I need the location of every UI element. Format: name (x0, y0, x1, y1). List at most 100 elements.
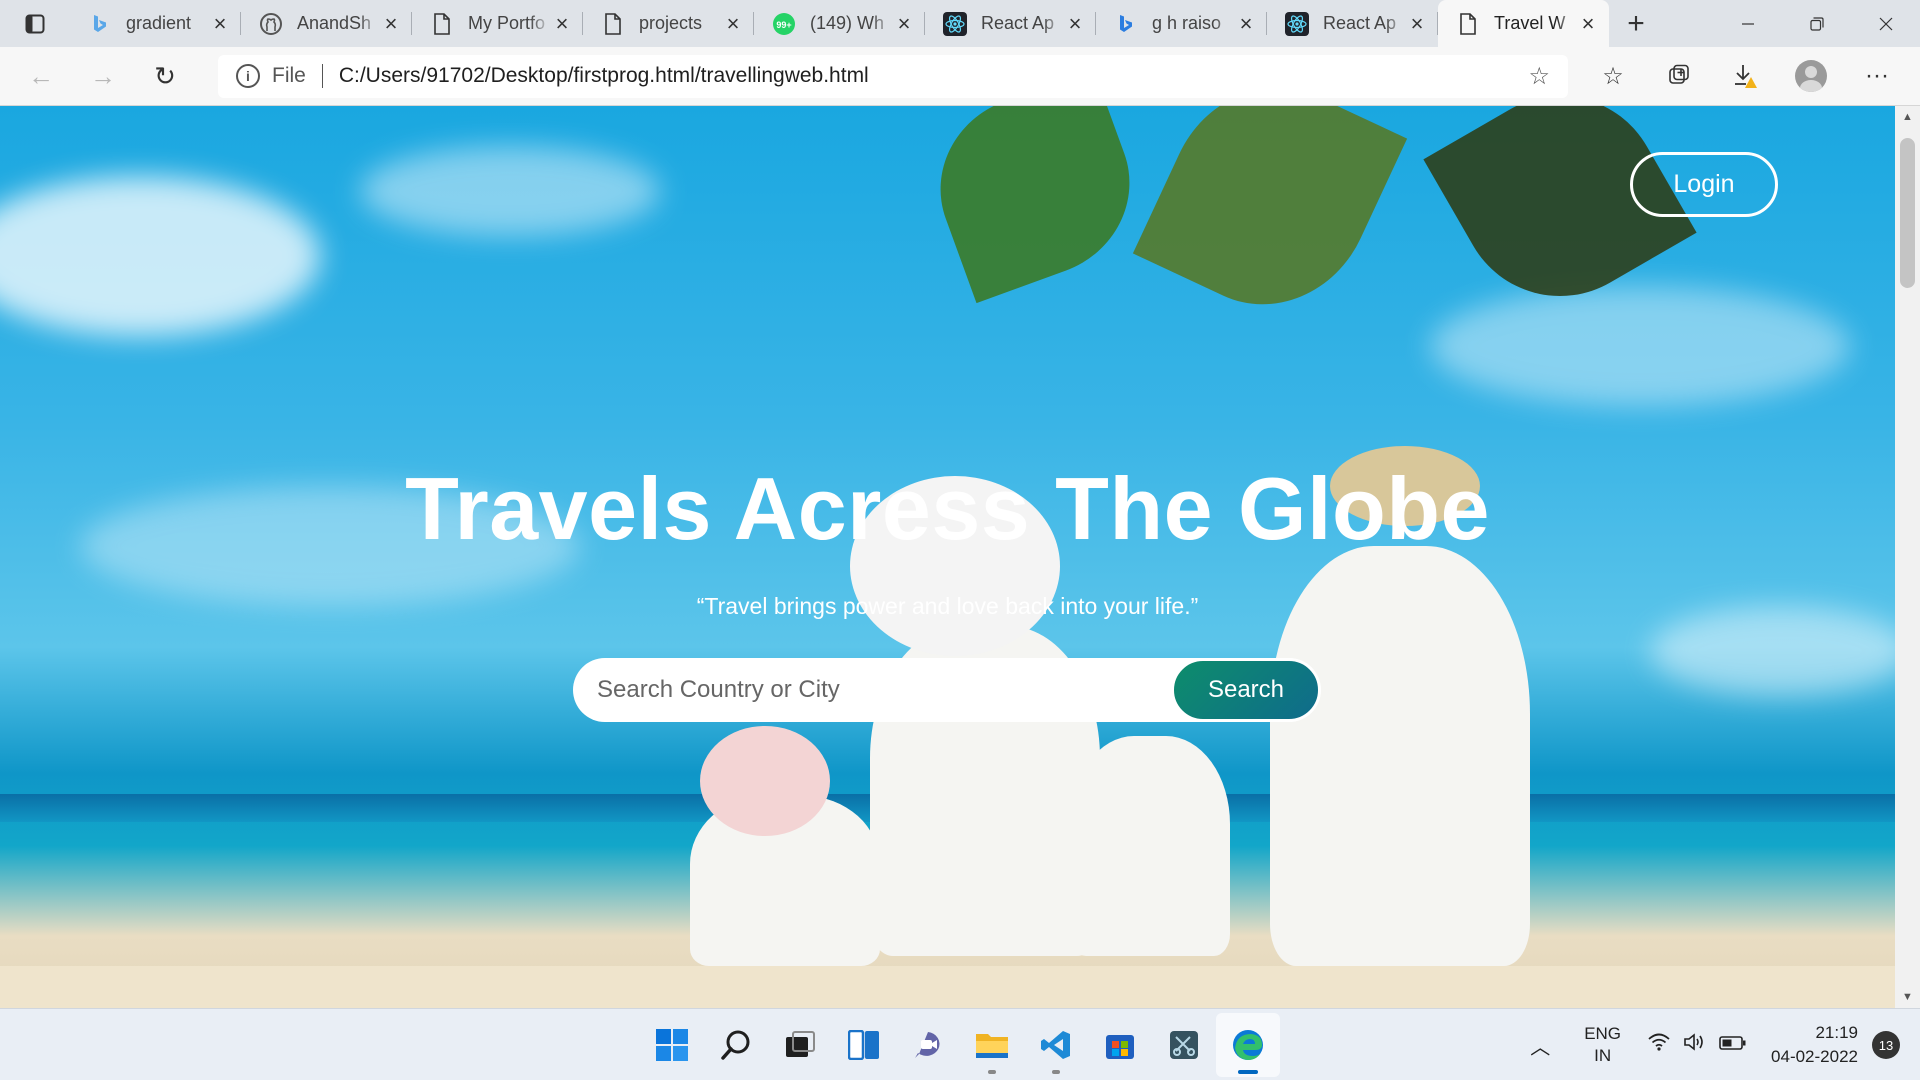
favorites-button[interactable]: ☆ (1580, 47, 1646, 106)
login-button[interactable]: Login (1630, 152, 1778, 217)
running-indicator (1238, 1070, 1258, 1074)
tab-actions-button[interactable] (0, 0, 70, 47)
address-url[interactable]: C:/Users/91702/Desktop/firstprog.html/tr… (339, 64, 1529, 88)
chat-button[interactable] (896, 1013, 960, 1077)
windows-start-icon (656, 1029, 688, 1061)
page-scrollbar[interactable]: ▲ ▼ (1895, 106, 1920, 1008)
tab[interactable]: AnandSh × (241, 0, 412, 47)
battery-icon[interactable] (1719, 1034, 1747, 1057)
browser-toolbar: ← → ↻ i File C:/Users/91702/Desktop/firs… (0, 47, 1920, 106)
task-view-icon (786, 1031, 815, 1057)
tab[interactable]: g h raiso × (1096, 0, 1267, 47)
refresh-button[interactable]: ↻ (134, 47, 196, 106)
wifi-icon[interactable] (1647, 1032, 1671, 1058)
close-window-button[interactable] (1851, 0, 1920, 47)
toolbar-actions: ☆ ··· (1580, 47, 1910, 106)
store-button[interactable] (1088, 1013, 1152, 1077)
running-indicator (1052, 1070, 1060, 1074)
beach-sand (0, 966, 1895, 1008)
search-input[interactable] (573, 658, 1171, 722)
start-button[interactable] (640, 1013, 704, 1077)
snipping-tool-icon (1170, 1031, 1198, 1059)
chat-icon (915, 1032, 940, 1058)
address-bar[interactable]: i File C:/Users/91702/Desktop/firstprog.… (218, 54, 1568, 98)
vscode-button[interactable] (1024, 1013, 1088, 1077)
close-tab-icon[interactable]: × (551, 11, 573, 36)
taskbar-search-button[interactable] (704, 1013, 768, 1077)
tab-title: projects (639, 13, 703, 33)
tab[interactable]: projects × (583, 0, 754, 47)
family-figure-boy (1070, 736, 1230, 956)
notification-badge[interactable]: 13 (1872, 1031, 1900, 1059)
search-button[interactable]: Search (1171, 658, 1321, 722)
bing-icon (1114, 12, 1138, 36)
profile-button[interactable] (1778, 47, 1844, 106)
search-bar: Search (573, 658, 1321, 722)
tab-title: (149) Wh (810, 13, 885, 33)
back-button[interactable]: ← (10, 47, 72, 106)
tab-title: gradient (126, 13, 192, 33)
tab-actions-icon (25, 14, 45, 33)
cloud-shape (0, 176, 320, 336)
forward-button[interactable]: → (72, 47, 134, 106)
tab-title: React Ap (981, 13, 1055, 33)
address-scheme: File (272, 64, 306, 87)
page-viewport: Login Travels Acress The Globe “Travel b… (0, 106, 1895, 1008)
snipping-tool-button[interactable] (1152, 1013, 1216, 1077)
close-tab-icon[interactable]: × (380, 11, 402, 36)
file-explorer-icon (976, 1034, 1008, 1058)
tab[interactable]: gradient × (70, 0, 241, 47)
widgets-button[interactable] (832, 1013, 896, 1077)
volume-icon[interactable] (1683, 1032, 1707, 1058)
tab[interactable]: My Portfo × (412, 0, 583, 47)
close-tab-icon[interactable]: × (1577, 11, 1599, 36)
react-icon (1285, 11, 1309, 36)
running-indicator (988, 1070, 996, 1074)
close-tab-icon[interactable]: × (722, 11, 744, 36)
tab[interactable]: 99+ (149) Wh × (754, 0, 925, 47)
collections-button[interactable] (1646, 47, 1712, 106)
close-tab-icon[interactable]: × (1064, 11, 1086, 36)
refresh-icon: ↻ (154, 60, 176, 91)
close-tab-icon[interactable]: × (1406, 11, 1428, 36)
favorites-icon: ☆ (1602, 62, 1624, 90)
whatsapp-icon: 99+ (772, 12, 796, 36)
palm-leaf (1132, 106, 1408, 338)
close-icon (1879, 17, 1892, 30)
close-tab-icon[interactable]: × (1235, 11, 1257, 36)
tab-strip: gradient × AnandSh × My Portfo × project… (0, 0, 1920, 47)
more-button[interactable]: ··· (1844, 47, 1910, 106)
taskbar-apps (640, 1009, 1280, 1081)
tab[interactable]: React Ap × (925, 0, 1096, 47)
language-indicator[interactable]: ENG IN (1584, 1023, 1621, 1067)
tab[interactable]: React Ap × (1267, 0, 1438, 47)
add-favorite-icon[interactable]: ☆ (1528, 62, 1550, 91)
scroll-down-icon[interactable]: ▼ (1895, 986, 1920, 1008)
new-tab-button[interactable]: + (1609, 0, 1663, 47)
whatsapp-badge: 99+ (776, 20, 791, 30)
tab-title: AnandSh (297, 13, 372, 33)
search-icon (721, 1030, 750, 1060)
info-icon[interactable]: i (236, 64, 260, 88)
downloads-button[interactable] (1712, 47, 1778, 106)
restore-button[interactable] (1782, 0, 1851, 47)
task-view-button[interactable] (768, 1013, 832, 1077)
tab-active[interactable]: Travel W × (1438, 0, 1609, 47)
close-tab-icon[interactable]: × (209, 11, 231, 36)
vscode-icon (1041, 1031, 1070, 1059)
downloads-warning-icon (1735, 65, 1757, 88)
clock[interactable]: 21:19 04-02-2022 (1771, 1021, 1858, 1069)
clock-date: 04-02-2022 (1771, 1047, 1858, 1066)
scroll-thumb[interactable] (1900, 138, 1915, 288)
language-region: IN (1594, 1046, 1612, 1065)
file-explorer-button[interactable] (960, 1013, 1024, 1077)
edge-button[interactable] (1216, 1013, 1280, 1077)
minimize-button[interactable] (1713, 0, 1782, 47)
close-tab-icon[interactable]: × (893, 11, 915, 36)
scroll-up-icon[interactable]: ▲ (1895, 106, 1920, 128)
edge-icon (1233, 1030, 1263, 1060)
back-arrow-icon: ← (28, 60, 54, 91)
plus-icon: + (1627, 6, 1645, 40)
chevron-up-icon[interactable]: ︿ (1530, 1031, 1550, 1060)
tab-title: My Portfo (468, 13, 546, 33)
